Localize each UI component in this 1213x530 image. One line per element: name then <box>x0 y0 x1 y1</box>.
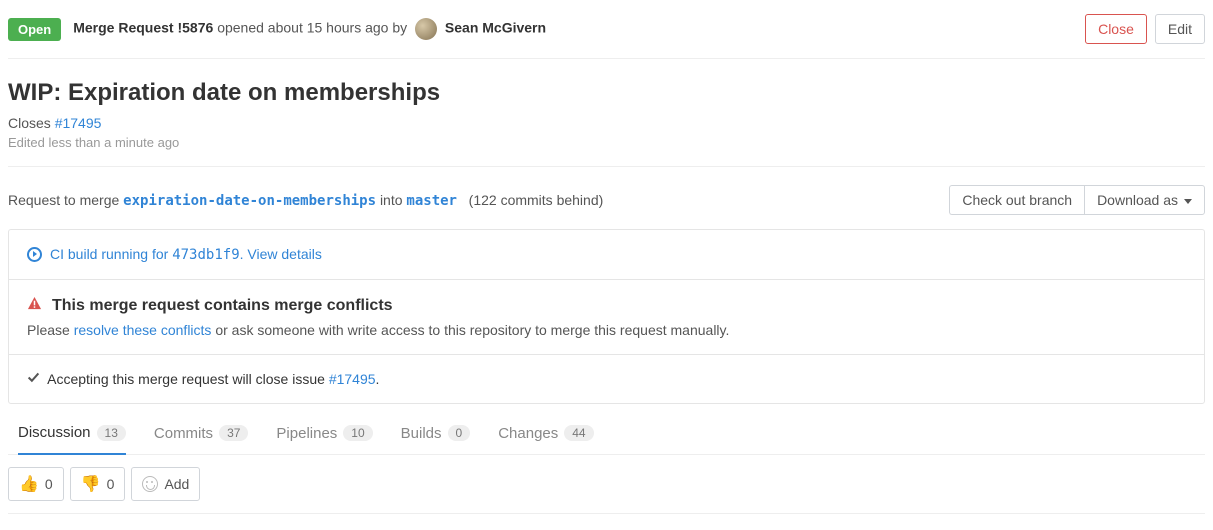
tabs: Discussion 13 Commits 37 Pipelines 10 Bu… <box>8 412 1205 455</box>
warning-icon <box>27 296 42 316</box>
status-box: CI build running for 473db1f9. View deta… <box>8 229 1205 404</box>
ci-running-icon <box>27 247 42 262</box>
ci-status-section: CI build running for 473db1f9. View deta… <box>9 230 1204 279</box>
download-as-button[interactable]: Download as <box>1084 185 1205 215</box>
accepting-suffix: . <box>376 371 380 387</box>
conflicts-section: This merge request contains merge confli… <box>9 279 1204 354</box>
tab-label: Builds <box>401 425 442 442</box>
thumbs-down-count: 0 <box>107 476 115 492</box>
into-text: into <box>380 192 406 208</box>
thumbs-up-icon: 👍 <box>19 474 39 494</box>
tab-count: 0 <box>448 425 471 441</box>
tab-label: Commits <box>154 425 213 442</box>
conflicts-title: This merge request contains merge confli… <box>52 297 393 315</box>
download-label: Download as <box>1097 192 1178 208</box>
edit-button[interactable]: Edit <box>1155 14 1205 44</box>
request-prefix: Request to merge <box>8 192 123 208</box>
accepting-section: Accepting this merge request will close … <box>9 354 1204 403</box>
ci-text-prefix: CI build running for <box>50 246 172 262</box>
conflicts-or-text: or ask someone with write access to this… <box>211 322 729 338</box>
header-row: Open Merge Request !5876 opened about 15… <box>8 8 1205 59</box>
header-meta: Merge Request !5876 opened about 15 hour… <box>73 18 546 40</box>
ci-commit-sha: 473db1f9 <box>172 247 239 263</box>
tab-pipelines[interactable]: Pipelines 10 <box>276 412 372 454</box>
closes-issue-link[interactable]: #17495 <box>55 115 102 131</box>
status-badge: Open <box>8 18 61 41</box>
opened-ago-text: opened about 15 hours ago by <box>217 20 407 36</box>
conflicts-please: Please <box>27 322 74 338</box>
tab-label: Pipelines <box>276 425 337 442</box>
close-button[interactable]: Close <box>1085 14 1147 44</box>
thumbs-up-button[interactable]: 👍 0 <box>8 467 64 501</box>
closes-prefix: Closes <box>8 115 55 131</box>
tab-label: Changes <box>498 425 558 442</box>
chevron-down-icon <box>1184 199 1192 204</box>
page-title: WIP: Expiration date on memberships <box>8 79 1205 107</box>
tab-count: 10 <box>343 425 372 441</box>
checkout-branch-button[interactable]: Check out branch <box>949 185 1084 215</box>
avatar <box>415 18 437 40</box>
edited-text: Edited less than a minute ago <box>8 135 1205 150</box>
add-reaction-label: Add <box>164 476 189 492</box>
merge-text: Request to merge expiration-date-on-memb… <box>8 192 603 209</box>
reactions-bar: 👍 0 👎 0 Add <box>8 455 1205 514</box>
title-block: WIP: Expiration date on memberships Clos… <box>8 59 1205 167</box>
closes-line: Closes #17495 <box>8 115 1205 131</box>
tab-label: Discussion <box>18 424 91 441</box>
tab-count: 37 <box>219 425 248 441</box>
resolve-conflicts-link[interactable]: resolve these conflicts <box>74 322 212 338</box>
tab-builds[interactable]: Builds 0 <box>401 412 471 454</box>
author-name[interactable]: Sean McGivern <box>445 20 546 36</box>
ci-status-link[interactable]: CI build running for 473db1f9. View deta… <box>27 246 1186 263</box>
target-branch[interactable]: master <box>406 193 457 209</box>
merge-row: Request to merge expiration-date-on-memb… <box>8 167 1205 229</box>
tab-commits[interactable]: Commits 37 <box>154 412 249 454</box>
ci-view-details: . View details <box>240 246 322 262</box>
thumbs-down-icon: 👎 <box>81 474 101 494</box>
check-icon <box>27 371 40 387</box>
thumbs-down-button[interactable]: 👎 0 <box>70 467 126 501</box>
accepting-issue-link[interactable]: #17495 <box>329 371 376 387</box>
tab-changes[interactable]: Changes 44 <box>498 412 593 454</box>
tab-count: 44 <box>564 425 593 441</box>
commits-behind-text: (122 commits behind) <box>469 192 604 208</box>
tab-discussion[interactable]: Discussion 13 <box>18 412 126 455</box>
accepting-prefix: Accepting this merge request will close … <box>47 371 329 387</box>
conflicts-text: Please resolve these conflicts or ask so… <box>27 322 1186 338</box>
tab-count: 13 <box>97 425 126 441</box>
smiley-icon <box>142 476 158 492</box>
mr-identifier: Merge Request !5876 <box>73 20 213 36</box>
add-reaction-button[interactable]: Add <box>131 467 200 501</box>
source-branch[interactable]: expiration-date-on-memberships <box>123 193 376 209</box>
thumbs-up-count: 0 <box>45 476 53 492</box>
